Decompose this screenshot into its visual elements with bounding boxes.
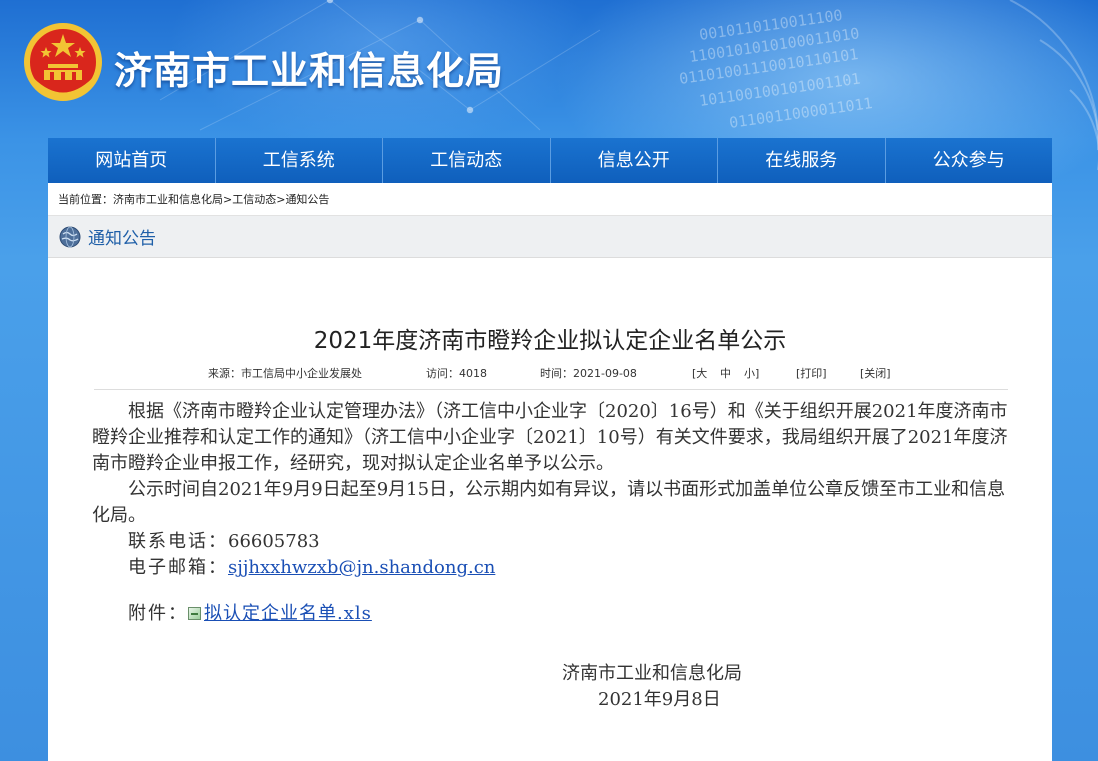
- meta-divider: [94, 389, 1008, 390]
- article-meta: 来源：市工信局中小企业发展处 访问：4018 时间：2021-09-08 [大 …: [208, 365, 900, 381]
- breadcrumb-link-notices[interactable]: 通知公告: [285, 193, 329, 206]
- print-button[interactable]: [打印]: [796, 365, 860, 381]
- email-label: 电子邮箱：: [128, 557, 228, 578]
- content-panel: 当前位置：济南市工业和信息化局>工信动态>通知公告 通知公告 2021年度济南市…: [48, 183, 1052, 761]
- breadcrumb-label: 当前位置：: [58, 193, 113, 206]
- article-title: 2021年度济南市瞪羚企业拟认定企业名单公示: [313, 328, 787, 354]
- close-button[interactable]: [关闭]: [860, 365, 900, 381]
- xls-file-icon: [188, 607, 201, 620]
- meta-source: 来源：市工信局中小企业发展处: [208, 367, 362, 380]
- signature-org: 济南市工业和信息化局: [562, 663, 742, 684]
- nav-item-system[interactable]: 工信系统: [216, 138, 383, 183]
- attachment-label: 附件：: [128, 603, 188, 624]
- email-link[interactable]: sjjhxxhwzxb@jn.shandong.cn: [228, 557, 495, 578]
- nav-item-online-service[interactable]: 在线服务: [718, 138, 886, 183]
- font-size-medium-button[interactable]: 中: [720, 365, 744, 381]
- attachment-link[interactable]: 拟认定企业名单.xls: [204, 603, 372, 624]
- breadcrumb-link-home[interactable]: 济南市工业和信息化局: [113, 193, 223, 206]
- attachment-row: 附件： 拟认定企业名单.xls: [92, 601, 1008, 627]
- signature-date: 2021年9月8日: [598, 689, 721, 710]
- font-size-small-button[interactable]: 小]: [744, 365, 796, 381]
- nav-item-disclosure[interactable]: 信息公开: [551, 138, 718, 183]
- font-size-large-button[interactable]: [大: [692, 365, 720, 381]
- section-header: 通知公告: [48, 216, 1052, 258]
- phone-number: 66605783: [228, 531, 320, 552]
- main-nav: 网站首页 工信系统 工信动态 信息公开 在线服务 公众参与: [48, 138, 1052, 183]
- site-title: 济南市工业和信息化局: [114, 49, 505, 93]
- article-paragraph: 公示时间自2021年9月9日起至9月15日，公示期内如有异议，请以书面形式加盖单…: [92, 479, 1006, 526]
- meta-visits: 访问：4018: [426, 367, 487, 380]
- breadcrumb-separator: >: [223, 193, 233, 206]
- phone-label: 联系电话：: [128, 531, 228, 552]
- national-emblem-icon: [24, 23, 102, 101]
- globe-icon: [59, 226, 81, 247]
- site-header: 济南市工业和信息化局: [0, 0, 1098, 138]
- nav-item-home[interactable]: 网站首页: [48, 138, 216, 183]
- nav-item-news[interactable]: 工信动态: [383, 138, 551, 183]
- article-paragraph: 根据《济南市瞪羚企业认定管理办法》（济工信中小企业字〔2020〕16号）和《关于…: [92, 401, 1008, 474]
- nav-item-public-participation[interactable]: 公众参与: [886, 138, 1053, 183]
- article-body: 根据《济南市瞪羚企业认定管理办法》（济工信中小企业字〔2020〕16号）和《关于…: [92, 399, 1008, 627]
- contact-phone-row: 联系电话：66605783: [92, 529, 1008, 555]
- section-title: 通知公告: [88, 229, 156, 249]
- breadcrumb: 当前位置：济南市工业和信息化局>工信动态>通知公告: [48, 183, 1052, 216]
- contact-email-row: 电子邮箱：sjjhxxhwzxb@jn.shandong.cn: [92, 555, 1008, 581]
- breadcrumb-link-news[interactable]: 工信动态: [232, 193, 276, 206]
- meta-time: 时间：2021-09-08: [540, 367, 637, 380]
